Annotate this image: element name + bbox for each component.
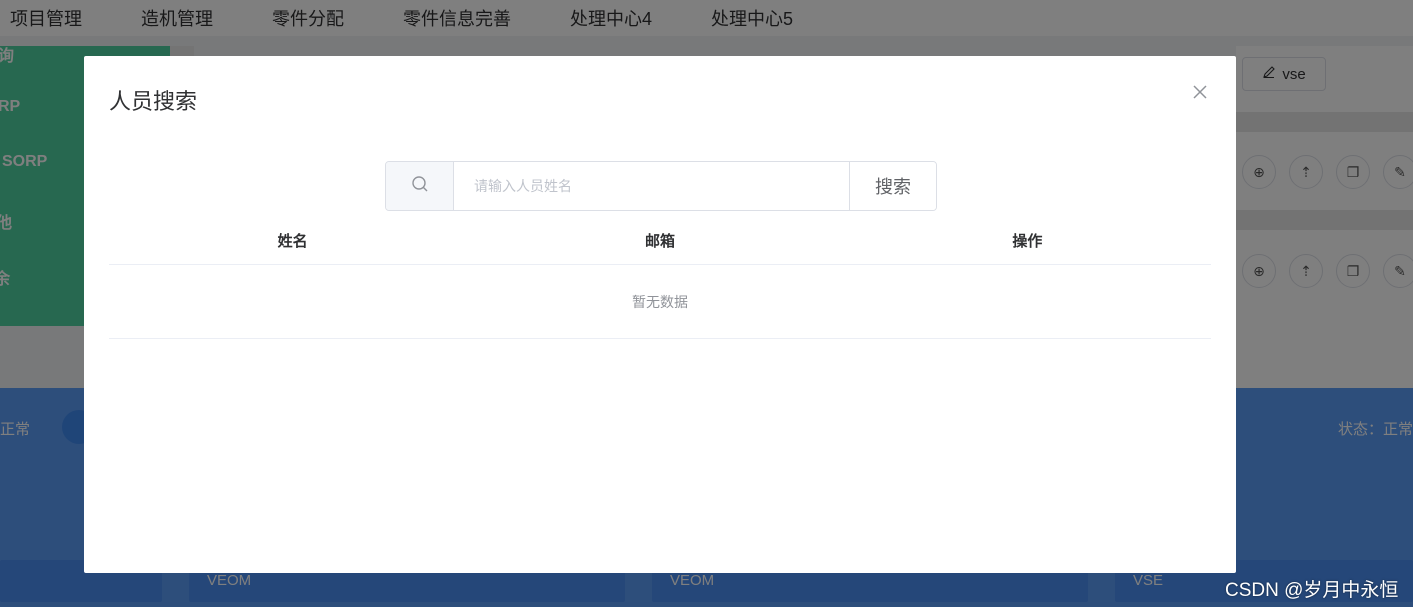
search-button[interactable]: 搜索 (849, 162, 936, 210)
column-header-email: 邮箱 (644, 232, 675, 250)
column-header-actions: 操作 (1012, 232, 1043, 250)
close-button[interactable] (1189, 83, 1211, 105)
dialog-title: 人员搜索 (109, 89, 198, 114)
column-header-name: 姓名 (277, 232, 308, 250)
search-prepend (386, 162, 454, 210)
search-input[interactable] (454, 162, 849, 210)
person-search-dialog: 人员搜索 搜索 姓名 邮箱 操作 暂无数据 (84, 56, 1236, 573)
search-bar: 搜索 (385, 161, 937, 211)
search-icon (411, 175, 429, 198)
close-icon (1193, 84, 1207, 104)
table-header: 姓名 邮箱 操作 (109, 216, 1211, 265)
person-table: 姓名 邮箱 操作 暂无数据 (109, 216, 1211, 339)
empty-state: 暂无数据 (109, 265, 1211, 339)
watermark: CSDN @岁月中永恒 (1225, 580, 1399, 601)
